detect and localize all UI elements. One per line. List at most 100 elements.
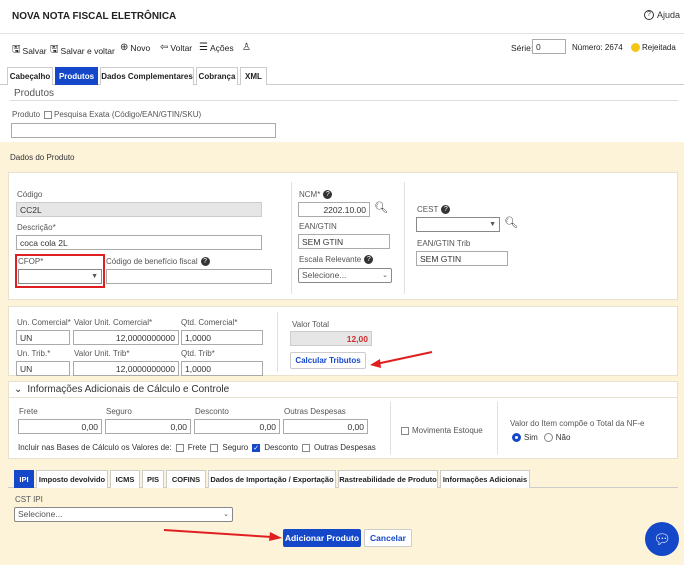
tab-ipi[interactable]: IPI (14, 470, 34, 488)
tab-dados-complementares[interactable]: Dados Complementares (100, 67, 194, 85)
descricao-input[interactable] (16, 235, 262, 250)
desconto-checkbox[interactable]: ✓ (252, 443, 261, 452)
chat-bubble-icon[interactable]: 💬︎ (645, 522, 679, 556)
save-button[interactable]: 🖫 Salvar (12, 42, 47, 59)
cfop-highlight (15, 254, 105, 288)
serie-input[interactable] (532, 39, 566, 54)
frete-checkbox[interactable] (175, 443, 184, 452)
tab-pis[interactable]: PIS (142, 470, 164, 488)
tab-info-adicionais[interactable]: Informações Adicionais (440, 470, 530, 488)
tab-rastreabilidade[interactable]: Rastreabilidade de Produto (338, 470, 438, 488)
annotation-arrow (163, 529, 282, 541)
exact-search-checkbox[interactable]: Pesquisa Exata (Código/EAN/GTIN/SKU) (44, 110, 201, 119)
ncm-search-icon[interactable]: 🔍︎ (374, 201, 388, 214)
main-tabs: Cabeçalho Produtos Dados Complementares … (0, 65, 684, 85)
adicionar-produto-button[interactable]: Adicionar Produto (283, 529, 361, 547)
back-button[interactable]: ⇦ Voltar (160, 42, 192, 53)
question-icon[interactable]: ? (323, 190, 333, 199)
chevron-down-icon: ▼ (489, 221, 496, 228)
divider (404, 182, 405, 294)
outras-check-label: Outras Despesas (313, 443, 376, 452)
question-icon[interactable]: ? (441, 205, 451, 214)
compoe-label: Valor do Item compõe o Total da NF-e (510, 419, 645, 428)
sim-radio[interactable] (512, 433, 521, 442)
valor-com-label: Valor Unit. Comercial* (74, 318, 153, 327)
status-dot-icon (631, 43, 640, 52)
nao-radio[interactable] (543, 433, 553, 442)
serie-label: Série: (511, 43, 534, 53)
escala-label-wrap: Escala Relevante? (299, 255, 374, 264)
info-toggle[interactable]: ⌄ Informações Adicionais de Cálculo e Con… (14, 384, 229, 395)
back-label: Voltar (170, 42, 193, 53)
help-icon: ? (643, 10, 654, 20)
question-icon[interactable]: ? (364, 255, 374, 264)
calcular-tributos-button[interactable]: Calcular Tributos (290, 352, 366, 369)
beneficio-input[interactable] (106, 269, 272, 284)
save-back-icon: 🖫 (50, 44, 59, 55)
divider (277, 312, 278, 372)
ncm-input[interactable] (298, 202, 370, 217)
ean-trib-input[interactable] (416, 251, 508, 266)
exact-search-label: Pesquisa Exata (Código/EAN/GTIN/SKU) (54, 110, 202, 119)
ncm-label: NCM* (299, 190, 321, 199)
cest-label-wrap: CEST? (417, 205, 451, 214)
beneficio-label-wrap: Código de benefício fiscal? (106, 257, 210, 266)
cancelar-button[interactable]: Cancelar (364, 529, 412, 547)
beneficio-label: Código de benefício fiscal (106, 257, 198, 266)
tab-produtos[interactable]: Produtos (55, 67, 98, 85)
cst-ipi-select[interactable]: Selecione... ⌄ (14, 507, 233, 522)
produtos-section-title: Produtos (14, 88, 55, 99)
divider (291, 182, 292, 294)
new-label: Novo (130, 42, 151, 53)
movimenta-label: Movimenta Estoque (412, 426, 483, 435)
tab-icms[interactable]: ICMS (110, 470, 140, 488)
desconto-label: Desconto (195, 407, 229, 416)
question-icon[interactable]: ? (200, 257, 210, 266)
chevron-down-icon: ⌄ (223, 511, 229, 518)
ean-input[interactable] (298, 234, 390, 249)
frete-input[interactable] (18, 419, 102, 434)
tab-cobranca[interactable]: Cobrança (196, 67, 238, 85)
divider (8, 397, 678, 398)
ncm-label-wrap: NCM*? (299, 190, 333, 199)
escala-select[interactable]: Selecione... ⌄ (298, 268, 392, 283)
movimenta-checkbox[interactable]: Movimenta Estoque (401, 426, 483, 435)
valor-trib-label: Valor Unit. Trib* (74, 349, 130, 358)
produto-search-input[interactable] (11, 123, 276, 138)
tab-cabecalho[interactable]: Cabeçalho (7, 67, 53, 85)
save-back-label: Salvar e voltar (60, 45, 115, 56)
qtd-com-input[interactable] (181, 330, 263, 345)
cest-label: CEST (417, 205, 439, 214)
tab-imposto-devolvido[interactable]: Imposto devolvido (36, 470, 108, 488)
desconto-input[interactable] (194, 419, 280, 434)
valor-trib-input[interactable] (73, 361, 179, 376)
user-button[interactable]: ♙ (242, 42, 251, 53)
tab-xml[interactable]: XML (240, 67, 267, 85)
seguro-input[interactable] (105, 419, 191, 434)
valor-com-input[interactable] (73, 330, 179, 345)
cest-search-icon[interactable]: 🔍︎ (504, 216, 518, 229)
outras-checkbox[interactable] (301, 443, 310, 452)
escala-value: Selecione... (302, 270, 347, 280)
help-link[interactable]: ? Ajuda (643, 10, 680, 20)
divider (390, 402, 391, 454)
tab-cofins[interactable]: COFINS (166, 470, 206, 488)
codigo-input[interactable] (16, 202, 262, 217)
save-back-button[interactable]: 🖫 Salvar e voltar (50, 42, 115, 59)
cest-select[interactable]: ▼ (416, 217, 500, 232)
menu-icon: ☰ (199, 42, 208, 53)
new-button[interactable]: ⊕ Novo (120, 42, 150, 53)
ean-trib-label: EAN/GTIN Trib (417, 239, 471, 248)
un-com-input[interactable] (16, 330, 70, 345)
un-com-label: Un. Comercial* (17, 318, 71, 327)
seguro-checkbox[interactable] (210, 443, 219, 452)
un-trib-input[interactable] (16, 361, 70, 376)
cst-ipi-label: CST IPI (15, 495, 43, 504)
help-label: Ajuda (656, 10, 680, 20)
actions-button[interactable]: ☰ Ações (199, 42, 234, 53)
toolbar: 🖫 Salvar 🖫 Salvar e voltar ⊕ Novo ⇦ Voltar ☰… (0, 34, 684, 62)
qtd-trib-input[interactable] (181, 361, 263, 376)
frete-check-label: Frete (187, 443, 207, 452)
outras-input[interactable] (283, 419, 368, 434)
tab-importacao-exportacao[interactable]: Dados de Importação / Exportação (208, 470, 336, 488)
